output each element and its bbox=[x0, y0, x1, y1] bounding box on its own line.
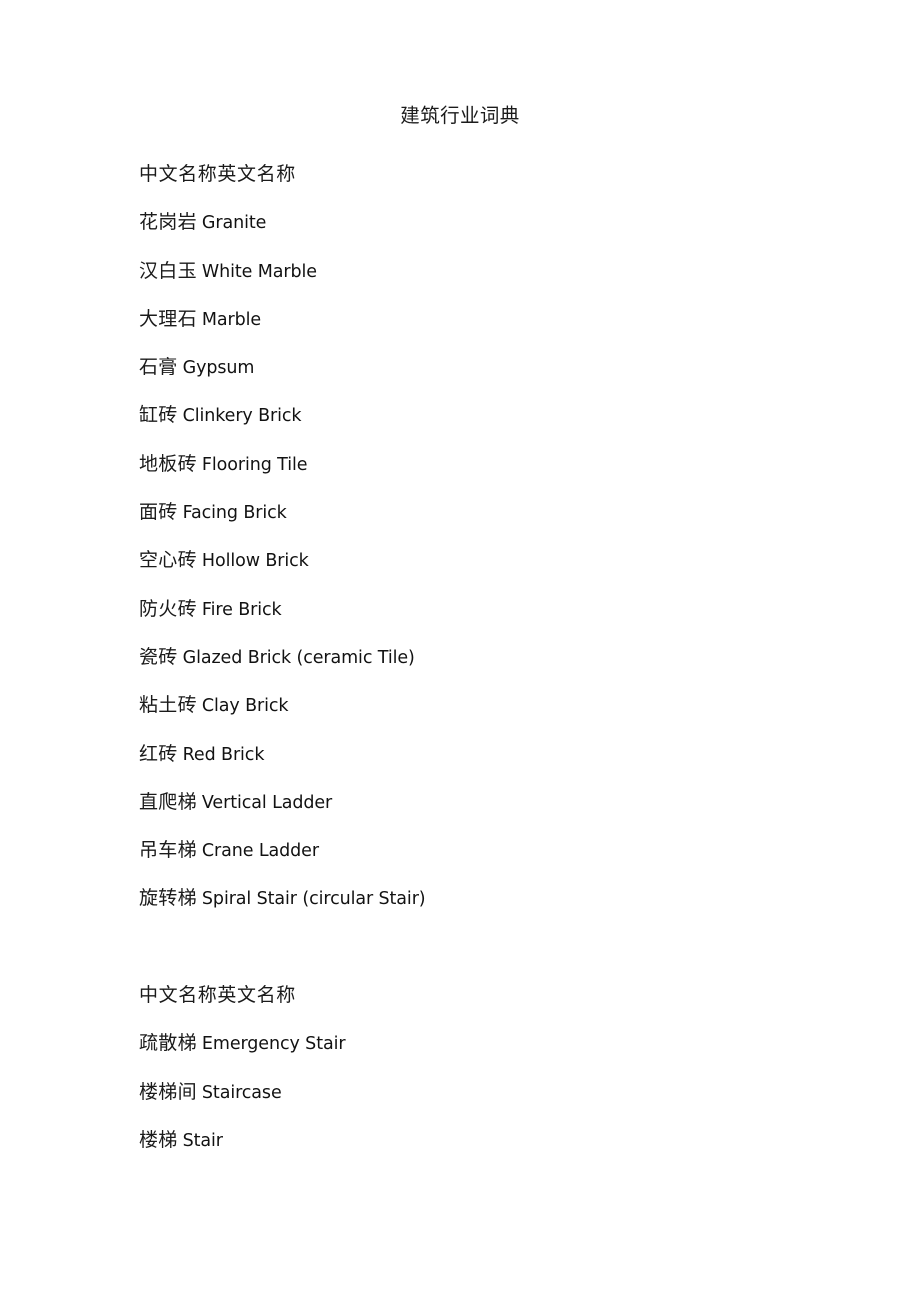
glossary-row: 石膏 Gypsum bbox=[139, 343, 879, 391]
term-english: Glazed Brick (ceramic Tile) bbox=[182, 647, 415, 668]
glossary-row: 吊车梯 Crane Ladder bbox=[139, 826, 879, 874]
term-chinese: 瓷砖 bbox=[139, 645, 178, 668]
term-chinese: 缸砖 bbox=[139, 404, 178, 427]
glossary-row: 缸砖 Clinkery Brick bbox=[139, 391, 879, 439]
term-english: Marble bbox=[201, 309, 262, 330]
glossary-row: 疏散梯 Emergency Stair bbox=[139, 1019, 879, 1067]
term-chinese: 防火砖 bbox=[139, 597, 197, 620]
glossary-row: 汉白玉 White Marble bbox=[139, 247, 879, 295]
term-chinese: 旋转梯 bbox=[139, 887, 197, 910]
term-english: Hollow Brick bbox=[201, 551, 309, 572]
term-chinese: 直爬梯 bbox=[139, 790, 197, 813]
term-chinese: 吊车梯 bbox=[139, 839, 197, 862]
term-chinese: 粘土砖 bbox=[139, 694, 197, 717]
glossary-row: 大理石 Marble bbox=[139, 295, 879, 343]
term-english: Flooring Tile bbox=[201, 454, 308, 475]
page-title: 建筑行业词典 bbox=[400, 104, 520, 127]
glossary-row: 空心砖 Hollow Brick bbox=[139, 536, 879, 584]
term-english: Emergency Stair bbox=[201, 1034, 346, 1055]
term-english: Clinkery Brick bbox=[182, 406, 302, 427]
glossary-row: 直爬梯 Vertical Ladder bbox=[139, 778, 879, 826]
term-chinese: 空心砖 bbox=[139, 549, 197, 572]
column-header-row: 中文名称英文名称 bbox=[139, 150, 879, 198]
glossary-row: 瓷砖 Glazed Brick (ceramic Tile) bbox=[139, 633, 879, 681]
glossary-row: 旋转梯 Spiral Stair (circular Stair) bbox=[139, 874, 879, 922]
term-chinese: 石膏 bbox=[139, 356, 178, 379]
term-english: Fire Brick bbox=[201, 599, 282, 620]
term-english: Gypsum bbox=[182, 358, 255, 379]
term-english: Granite bbox=[201, 213, 267, 234]
glossary-row: 地板砖 Flooring Tile bbox=[139, 440, 879, 488]
glossary-row: 楼梯间 Staircase bbox=[139, 1068, 879, 1116]
glossary-row: 花岗岩 Granite bbox=[139, 198, 879, 246]
column-header-label: 中文名称英文名称 bbox=[139, 163, 296, 185]
term-english: Facing Brick bbox=[182, 503, 287, 524]
glossary-row: 防火砖 Fire Brick bbox=[139, 585, 879, 633]
term-chinese: 红砖 bbox=[139, 742, 178, 765]
glossary-row: 粘土砖 Clay Brick bbox=[139, 681, 879, 729]
glossary-row: 面砖 Facing Brick bbox=[139, 488, 879, 536]
term-chinese: 楼梯间 bbox=[139, 1080, 197, 1103]
term-english: Spiral Stair (circular Stair) bbox=[201, 889, 426, 910]
term-chinese: 疏散梯 bbox=[139, 1032, 197, 1055]
term-english: White Marble bbox=[201, 261, 317, 282]
term-english: Vertical Ladder bbox=[201, 792, 333, 813]
term-chinese: 楼梯 bbox=[139, 1128, 178, 1151]
glossary-row: 红砖 Red Brick bbox=[139, 730, 879, 778]
column-header-label: 中文名称英文名称 bbox=[139, 984, 296, 1007]
term-chinese: 面砖 bbox=[139, 501, 178, 524]
term-english: Crane Ladder bbox=[201, 841, 319, 862]
term-chinese: 花岗岩 bbox=[139, 211, 197, 234]
term-english: Staircase bbox=[201, 1082, 282, 1103]
document-page: 建筑行业词典 中文名称英文名称 花岗岩 Granite 汉白玉 White Marb… bbox=[0, 0, 920, 1302]
term-chinese: 大理石 bbox=[139, 307, 197, 330]
term-chinese: 汉白玉 bbox=[139, 259, 197, 282]
term-english: Stair bbox=[182, 1130, 223, 1151]
column-header-row: 中文名称英文名称 bbox=[139, 971, 879, 1019]
term-english: Clay Brick bbox=[201, 696, 289, 717]
term-chinese: 地板砖 bbox=[139, 452, 197, 475]
glossary-body: 中文名称英文名称 花岗岩 Granite 汉白玉 White Marble 大理石 M… bbox=[139, 150, 879, 1164]
glossary-row: 楼梯 Stair bbox=[139, 1116, 879, 1164]
term-english: Red Brick bbox=[182, 744, 265, 765]
